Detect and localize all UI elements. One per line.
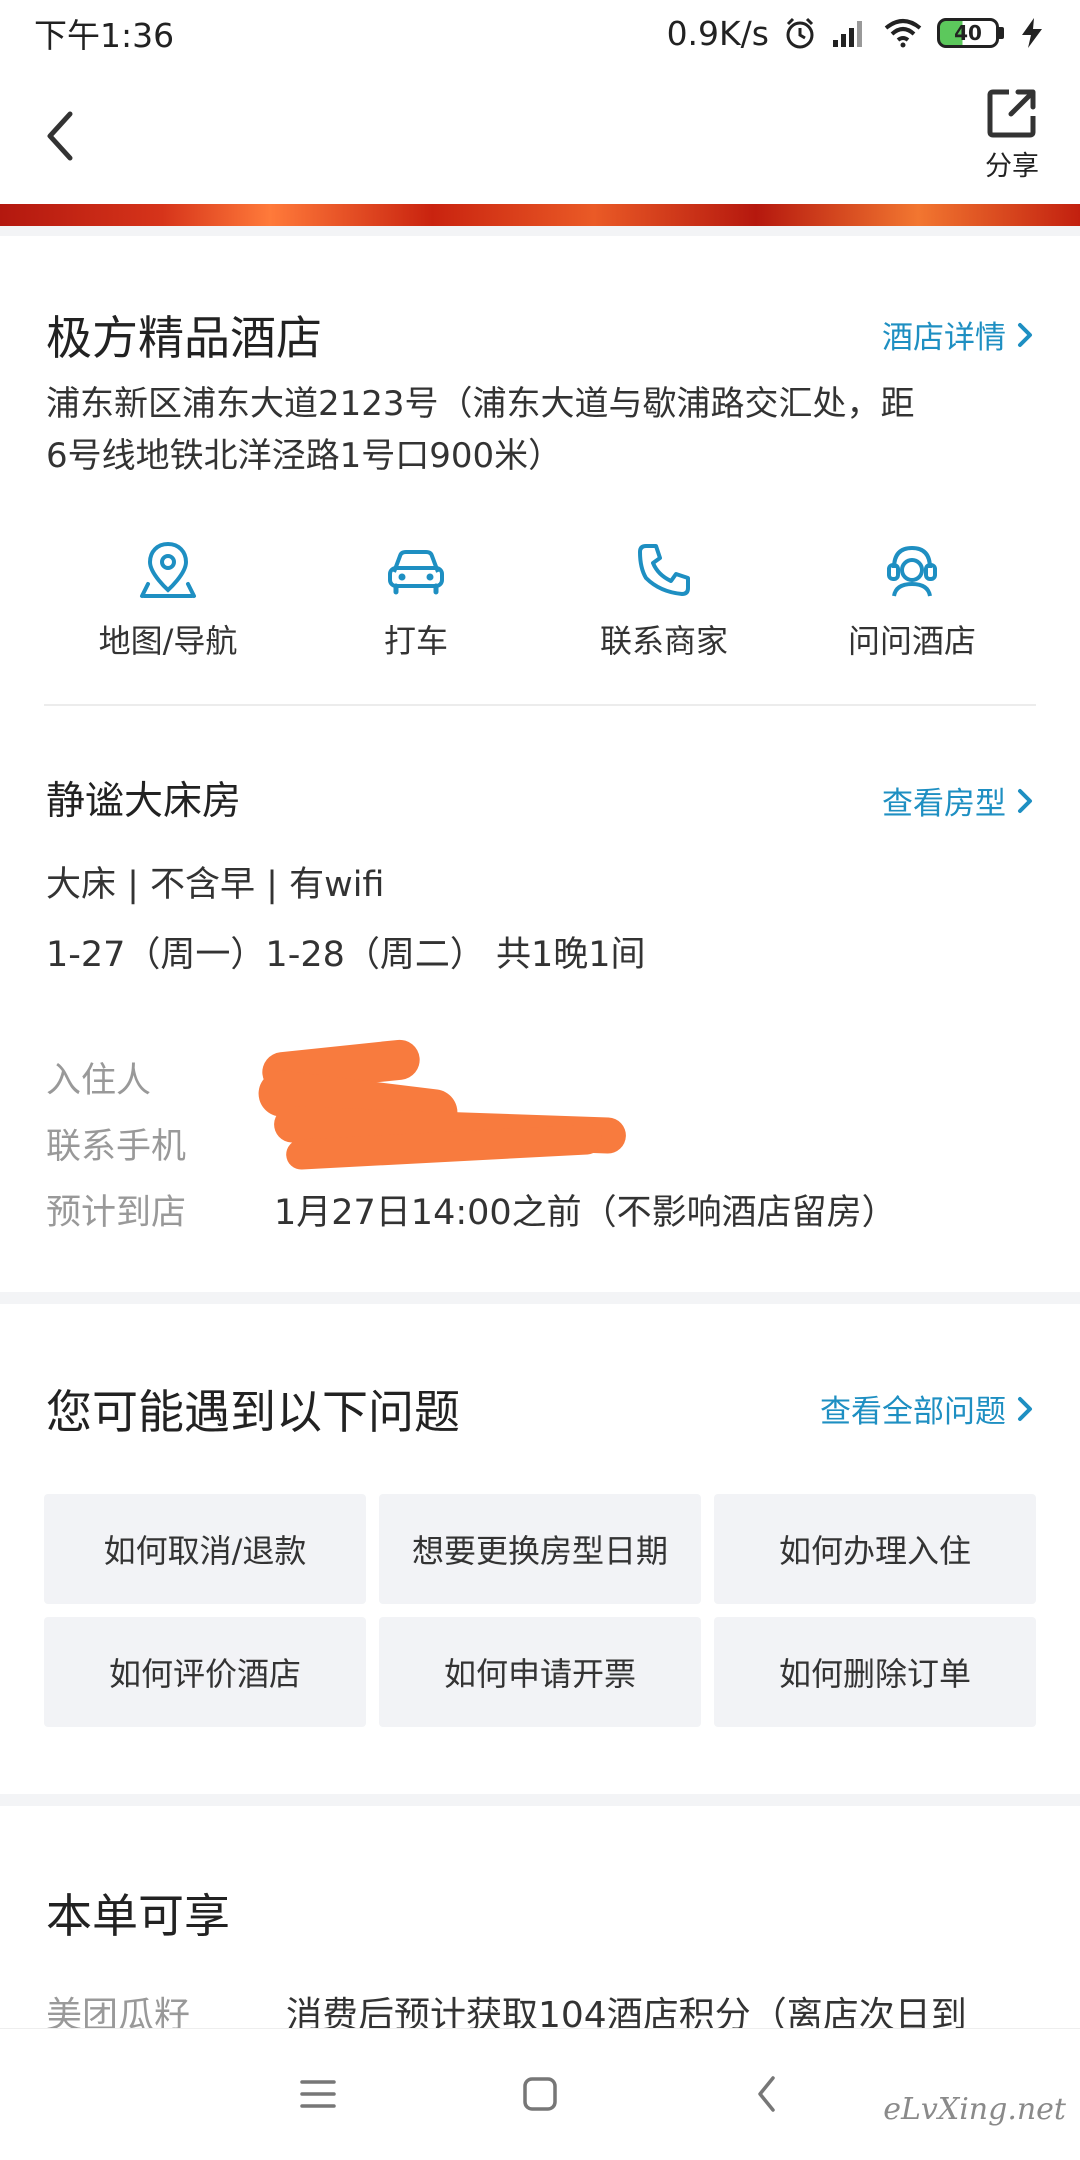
room-features: 大床 | 不含早 | 有wifi [46, 865, 385, 905]
hotel-actions: 地图/导航 打车 联系商家 问问酒店 [0, 538, 1080, 662]
phone-label: 联系手机 [46, 1127, 187, 1167]
section-divider [0, 226, 1080, 236]
customer-service-icon [887, 545, 937, 597]
stay-dates: 1-27（周一）1-28（周二） 共1晚1间 [46, 935, 646, 975]
arrival-row: 预计到店 1月27日14:00之前（不影响酒店留房） [46, 1184, 897, 1235]
arrival-time: 1月27日14:00之前（不影响酒店留房） [274, 1193, 897, 1233]
problems-grid: 如何取消/退款 想要更换房型日期 如何办理入住 如何评价酒店 如何申请开票 如何… [44, 1494, 1036, 1727]
section-divider [0, 1292, 1080, 1304]
battery-level: 40 [937, 18, 999, 48]
alarm-icon [786, 17, 814, 49]
chevron-right-icon [1018, 322, 1032, 347]
hotel-address-line-2: 6号线地铁北洋泾路1号口900米） [46, 436, 563, 476]
status-time: 下午1:36 [34, 16, 175, 55]
view-all-problems-link[interactable]: 查看全部问题 [820, 1386, 1034, 1431]
problem-invoice-button[interactable]: 如何申请开票 [379, 1617, 701, 1727]
status-bar: 下午1:36 0.9K/s 40 [0, 0, 1080, 66]
hotel-detail-link[interactable]: 酒店详情 [882, 312, 1034, 357]
view-room-type-label: 查看房型 [882, 786, 1006, 822]
battery-icon: 40 [937, 18, 1004, 48]
network-speed: 0.9K/s [666, 13, 769, 53]
share-button[interactable]: 分享 [972, 86, 1052, 196]
share-label: 分享 [985, 151, 1039, 182]
back-triangle-icon [758, 2076, 775, 2112]
hotel-detail-label: 酒店详情 [882, 320, 1006, 356]
chevron-right-icon [1018, 1396, 1032, 1421]
home-button[interactable] [510, 2069, 570, 2119]
guest-row: 入住人 [46, 1052, 276, 1103]
phone-icon [638, 544, 690, 596]
menu-button[interactable] [288, 2069, 348, 2119]
hotel-address: 浦东新区浦东大道2123号（浦东大道与歇浦路交汇处，距 6号线地铁北洋泾路1号口… [46, 378, 1046, 482]
arrival-label: 预计到店 [46, 1193, 187, 1233]
room-name: 静谧大床房 [46, 779, 242, 824]
car-icon [388, 550, 444, 595]
menu-icon [300, 2080, 336, 2108]
section-divider [0, 1794, 1080, 1806]
back-button[interactable] [36, 102, 88, 170]
action-label: 打车 [383, 622, 448, 660]
chevron-left-icon [47, 111, 73, 161]
promo-banner-strip[interactable] [0, 204, 1080, 226]
system-back-button[interactable] [738, 2069, 798, 2119]
problem-change-room-date-button[interactable]: 想要更换房型日期 [379, 1494, 701, 1604]
problem-cancel-refund-button[interactable]: 如何取消/退款 [44, 1494, 366, 1604]
guest-label: 入住人 [46, 1061, 152, 1101]
benefits-title: 本单可享 [46, 1889, 230, 1943]
problem-delete-order-button[interactable]: 如何删除订单 [714, 1617, 1036, 1727]
wifi-icon [884, 19, 922, 48]
hotel-address-line-1: 浦东新区浦东大道2123号（浦东大道与歇浦路交汇处，距 [46, 384, 915, 424]
contact-merchant-button[interactable]: 联系商家 [540, 538, 788, 662]
problems-title: 您可能遇到以下问题 [46, 1385, 460, 1439]
share-icon [987, 89, 1036, 138]
problem-check-in-button[interactable]: 如何办理入住 [714, 1494, 1036, 1604]
charging-icon [1022, 18, 1042, 48]
map-navigation-button[interactable]: 地图/导航 [44, 538, 292, 662]
action-label: 地图/导航 [98, 622, 238, 660]
action-label: 问问酒店 [847, 622, 976, 660]
action-label: 联系商家 [599, 622, 728, 660]
view-room-type-link[interactable]: 查看房型 [882, 778, 1034, 823]
signal-icon [833, 21, 862, 47]
chevron-right-icon [1018, 788, 1032, 813]
top-nav-bar: 分享 [0, 66, 1080, 206]
hotel-name: 极方精品酒店 [46, 311, 322, 365]
taxi-button[interactable]: 打车 [292, 538, 540, 662]
divider-line [44, 704, 1036, 706]
watermark: eLvXing.net [883, 2092, 1066, 2127]
ask-hotel-button[interactable]: 问问酒店 [788, 538, 1036, 662]
status-icons: 0.9K/s 40 [667, 14, 1046, 53]
phone-row: 联系手机 [46, 1118, 276, 1169]
home-square-icon [523, 2077, 557, 2111]
map-pin-icon [140, 541, 196, 598]
problem-review-hotel-button[interactable]: 如何评价酒店 [44, 1617, 366, 1727]
view-all-problems-label: 查看全部问题 [820, 1394, 1006, 1430]
